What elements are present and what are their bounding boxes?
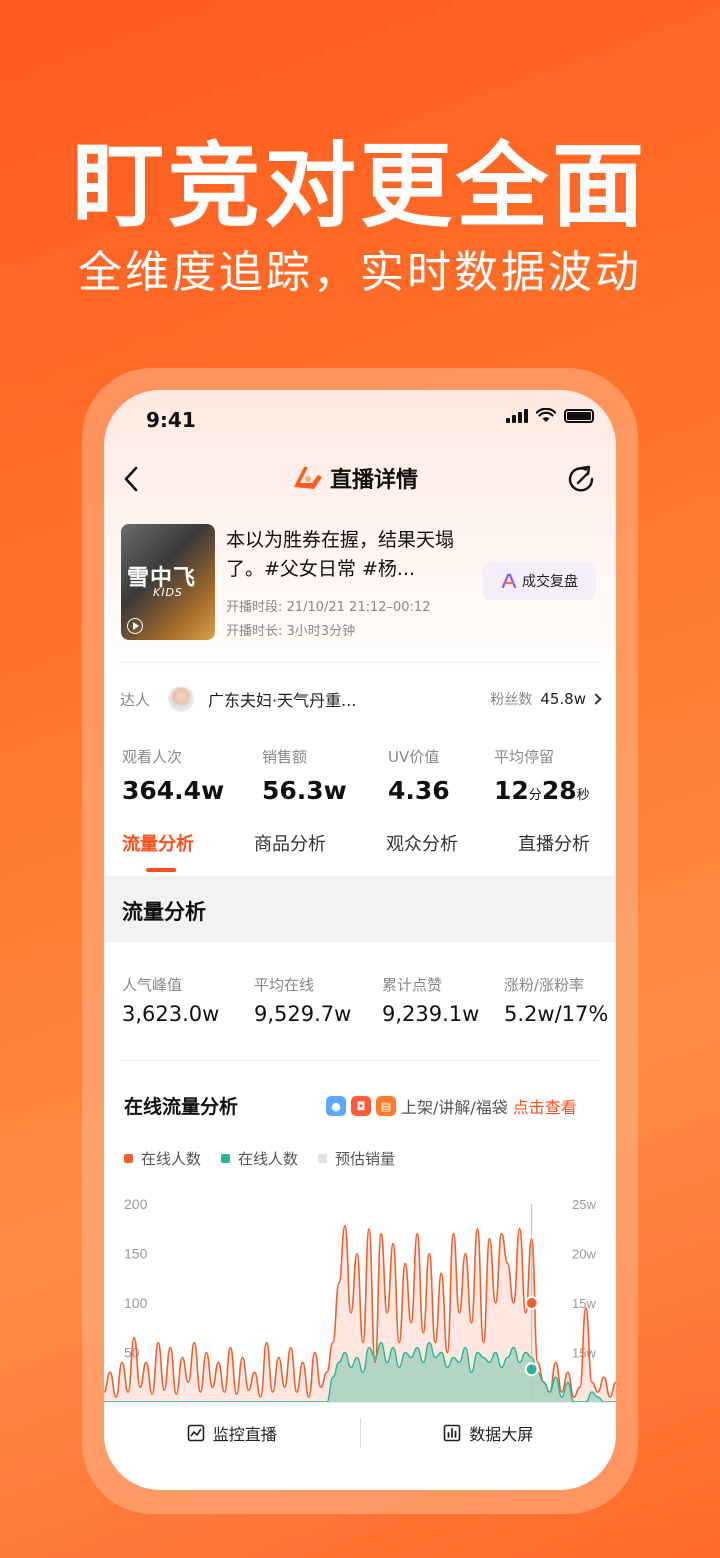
hover-point-online (524, 1296, 539, 1310)
metric-label-likes: 累计点赞 (382, 976, 443, 994)
stat-value-views: 364.4w (122, 776, 225, 805)
legend-item: 预估销量 (318, 1148, 395, 1169)
signal-icon (506, 408, 528, 423)
brand-logo-icon (294, 467, 322, 489)
talent-label: 达人 (120, 690, 151, 709)
section-title: 流量分析 (122, 900, 206, 924)
y-tick-label-left: 100 (124, 1295, 148, 1311)
bottom-bar: 监控直播 数据大屏 (104, 1402, 616, 1462)
avatar (168, 686, 195, 712)
metric-value-likes: 9,239.1w (382, 1002, 480, 1026)
live-duration-label: 开播时长: (226, 624, 283, 639)
talent-row[interactable]: 达人 广东夫妇·天气丹重... 粉丝数 45.8w (120, 682, 602, 716)
stat-value-sales: 56.3w (262, 776, 347, 805)
ai-icon (501, 573, 517, 589)
tab-audience[interactable]: 观众分析 (386, 830, 458, 856)
phone-screen: 9:41 直播详情 雪中飞 KIDS 本以为胜券在握，结果天塌了。#父女日常 #… (104, 390, 616, 1490)
tab-live[interactable]: 直播分析 (518, 830, 590, 856)
stat-label-views: 观看人次 (122, 748, 183, 766)
wifi-icon (536, 408, 556, 422)
back-icon[interactable] (118, 462, 144, 496)
metric-value-peak: 3,623.0w (122, 1002, 220, 1026)
stat-label-uv: UV价值 (388, 748, 440, 766)
legend-swatch (318, 1154, 328, 1163)
chart-event-links[interactable]: ● ◘ ▤ 上架/讲解/福袋 点击查看 (326, 1094, 577, 1118)
divider (120, 662, 600, 663)
y-tick-label-right: 25w (572, 1197, 596, 1212)
tab-indicator (146, 868, 176, 872)
stat-value-stay: 12分28秒 (494, 776, 590, 805)
metric-value-avg: 9,529.7w (254, 1002, 352, 1026)
cart-icon: ▤ (376, 1096, 396, 1116)
traffic-chart[interactable]: 2001501005025w20w15w15w (104, 1190, 616, 1402)
legend-item: 在线人数 (124, 1148, 201, 1169)
live-duration-value: 3小时3分钟 (286, 624, 356, 639)
page-title: 直播详情 (290, 462, 418, 494)
legend-item: 在线人数 (221, 1148, 298, 1169)
y-tick-label-right: 15w (572, 1296, 596, 1311)
chart-legend: 在线人数 在线人数 预估销量 (124, 1148, 395, 1169)
monitor-live-button[interactable]: 监控直播 (104, 1421, 360, 1445)
live-time-row: 开播时段: 21/10/21 21:12–00:12 (226, 596, 430, 615)
stay-sec-unit: 秒 (576, 788, 590, 803)
big-screen-button[interactable]: 数据大屏 (361, 1421, 617, 1445)
review-button[interactable]: 成交复盘 (482, 562, 596, 600)
stay-minutes: 12 (494, 776, 529, 805)
battery-icon (564, 408, 594, 423)
legend-label: 在线人数 (141, 1150, 202, 1168)
chart-links-text: 上架/讲解/福袋 (401, 1098, 508, 1117)
legend-label: 在线人数 (238, 1150, 299, 1168)
section-header: 流量分析 (104, 876, 616, 942)
review-button-label: 成交复盘 (522, 574, 578, 590)
mic-icon: ● (326, 1096, 346, 1116)
cover-sub-text: KIDS (153, 586, 183, 599)
metric-label-peak: 人气峰值 (122, 976, 183, 994)
promo-subtitle: 全维度追踪，实时数据波动 (78, 247, 642, 298)
fans-value: 45.8w (540, 690, 586, 708)
chevron-right-icon (590, 693, 602, 705)
live-cover-image[interactable]: 雪中飞 KIDS (121, 524, 215, 640)
stay-min-unit: 分 (528, 788, 542, 803)
y-tick-label-left: 150 (124, 1246, 148, 1262)
live-time-label: 开播时段: (226, 600, 283, 615)
promo-title: 盯竞对更全面 (71, 133, 648, 240)
stat-label-sales: 销售额 (262, 748, 308, 766)
live-time-value: 21/10/21 21:12–00:12 (286, 600, 431, 615)
share-icon[interactable] (564, 462, 598, 496)
legend-label: 预估销量 (335, 1150, 396, 1168)
y-tick-label-left: 200 (124, 1196, 148, 1212)
live-title[interactable]: 本以为胜券在握，结果天塌了。#父女日常 #杨... (226, 526, 476, 584)
hover-point-online-2 (524, 1362, 539, 1377)
tab-bar: 流量分析 商品分析 观众分析 直播分析 (104, 830, 616, 870)
metric-value-fans: 5.2w/17% (504, 1002, 609, 1026)
status-icons (506, 408, 594, 423)
legend-swatch (221, 1154, 231, 1163)
divider (120, 1060, 600, 1061)
y-tick-label-right: 20w (572, 1247, 596, 1262)
stat-value-uv: 4.36 (388, 776, 450, 805)
bag-icon: ◘ (351, 1096, 371, 1116)
metric-label-fans: 涨粉/涨粉率 (504, 976, 585, 994)
monitor-live-label: 监控直播 (212, 1424, 277, 1444)
tab-traffic[interactable]: 流量分析 (122, 830, 194, 856)
chart-title: 在线流量分析 (124, 1096, 239, 1118)
live-duration-row: 开播时长: 3小时3分钟 (226, 620, 355, 639)
play-icon[interactable] (127, 618, 143, 634)
tab-products[interactable]: 商品分析 (254, 830, 326, 856)
talent-name: 广东夫妇·天气丹重... (208, 691, 357, 710)
fans-label: 粉丝数 (490, 692, 533, 708)
monitor-chart-icon (187, 1424, 205, 1441)
status-time: 9:41 (146, 408, 196, 432)
legend-swatch (124, 1154, 133, 1163)
nav-title-text: 直播详情 (330, 468, 419, 493)
stay-seconds: 28 (541, 776, 577, 805)
chart-links-cta[interactable]: 点击查看 (513, 1094, 577, 1118)
metric-label-avg: 平均在线 (254, 976, 315, 994)
bar-chart-icon (443, 1424, 461, 1441)
big-screen-label: 数据大屏 (469, 1424, 534, 1444)
stat-label-stay: 平均停留 (494, 748, 555, 766)
